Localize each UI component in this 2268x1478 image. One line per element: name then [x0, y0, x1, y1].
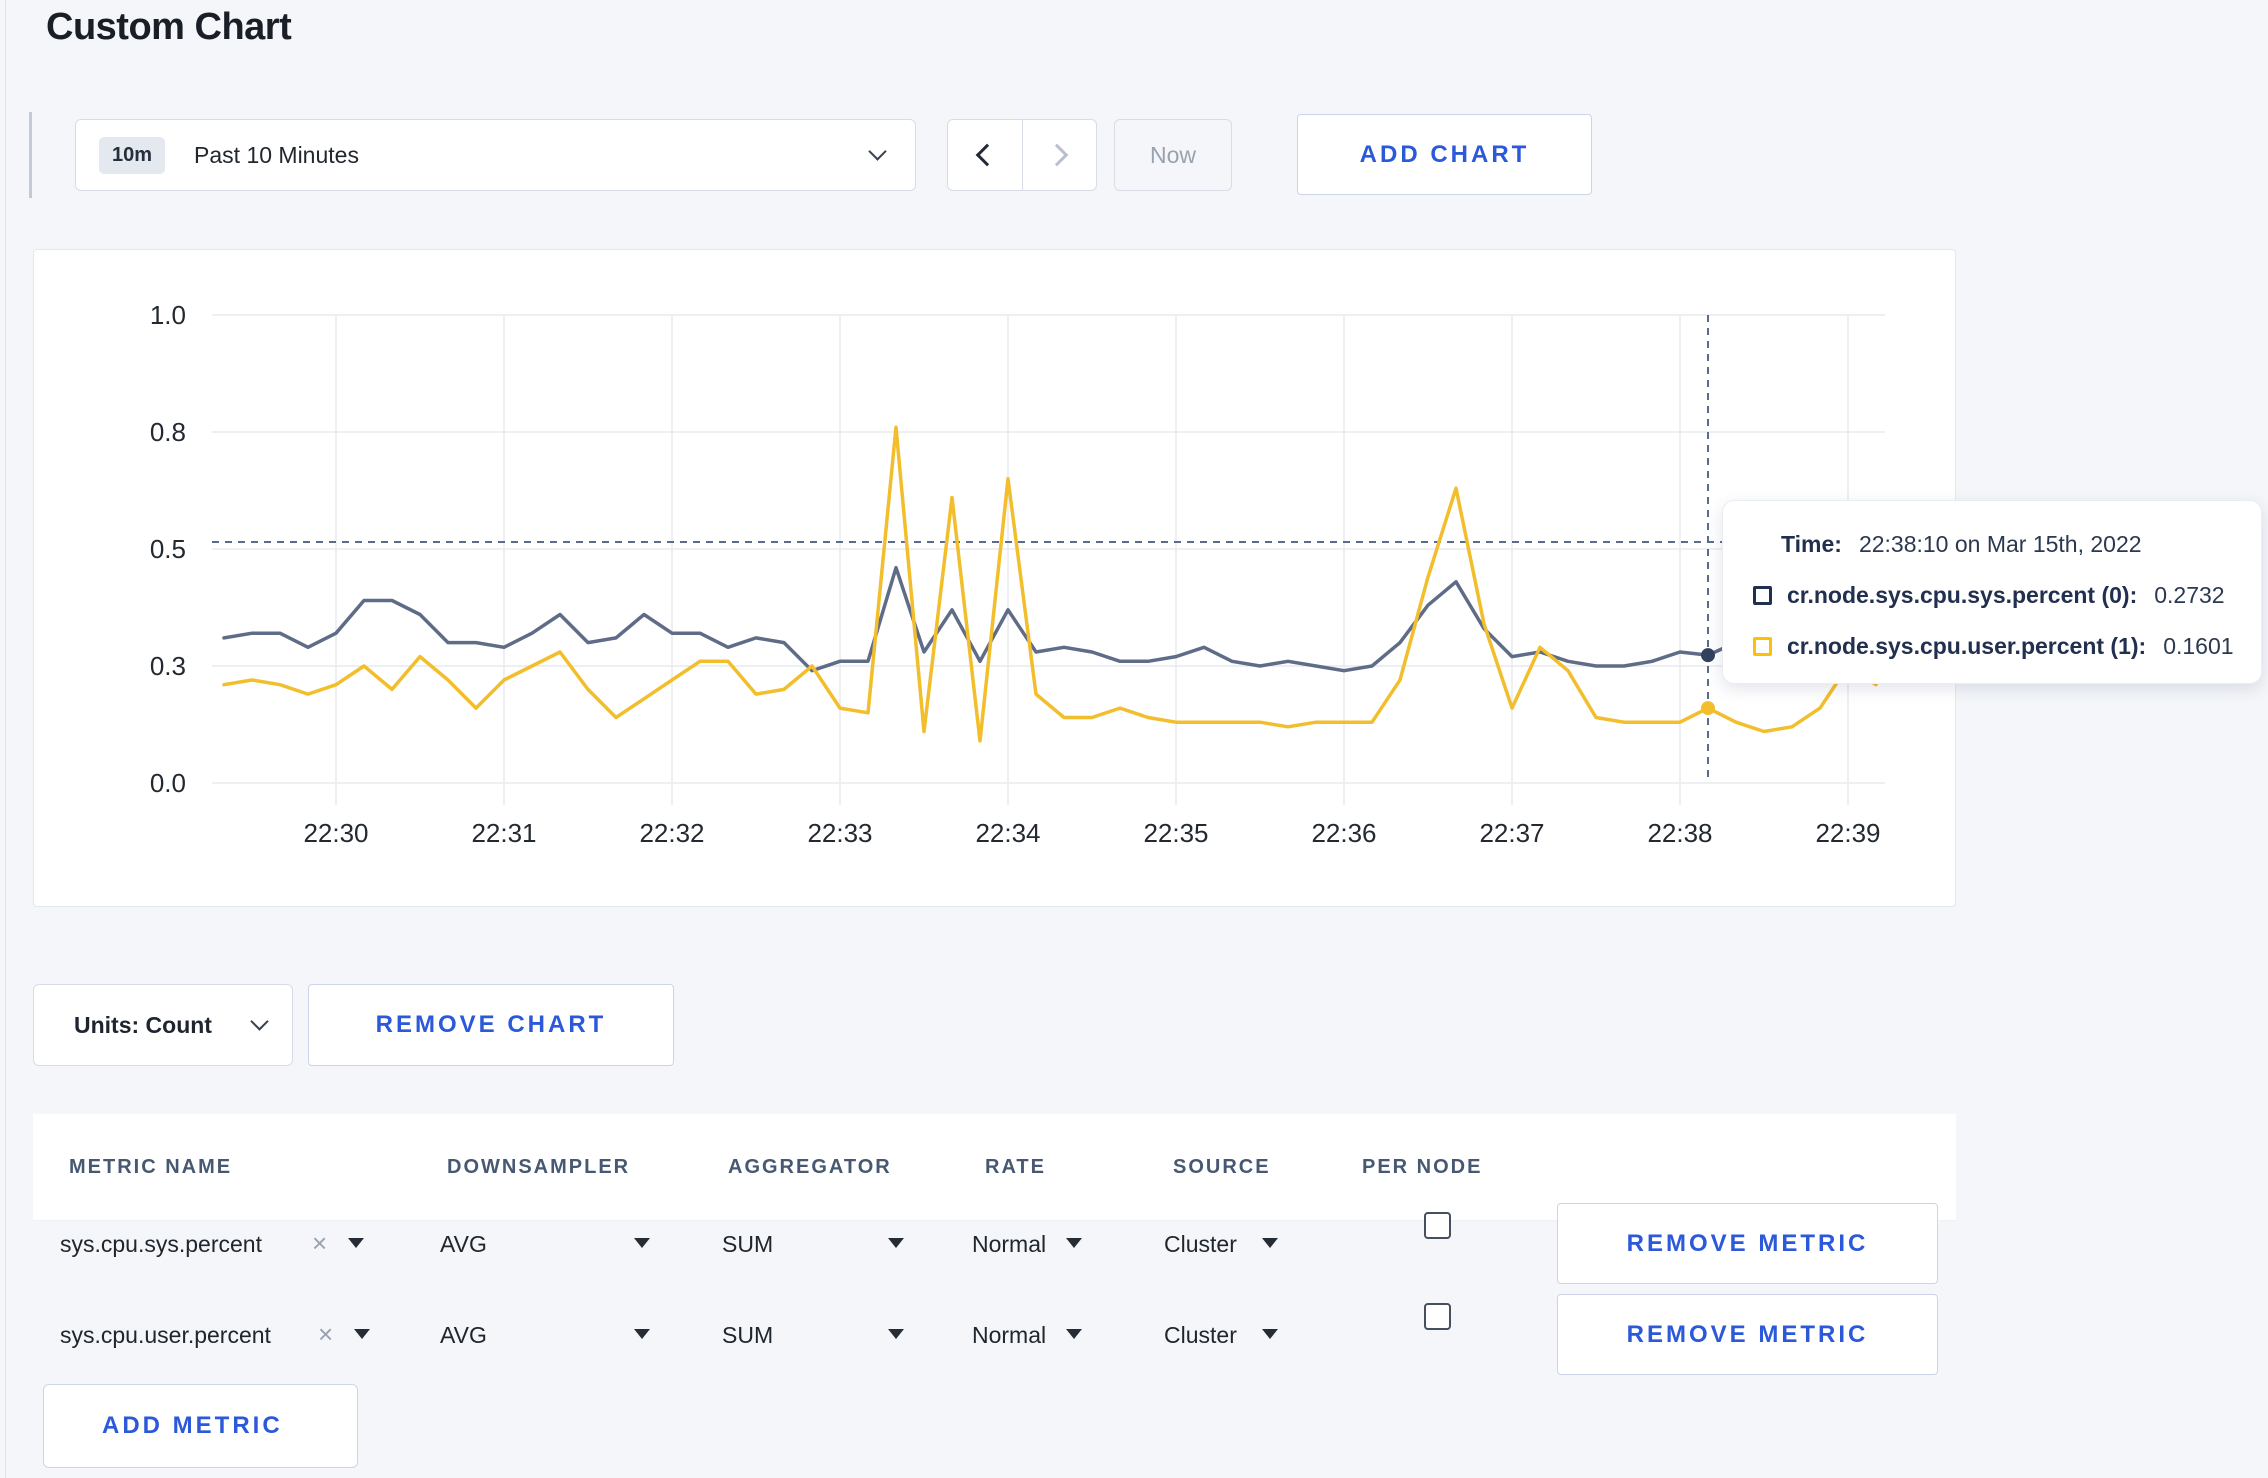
sys-series-swatch-icon: [1753, 586, 1772, 605]
per-node-checkbox[interactable]: [1424, 1303, 1451, 1330]
caret-down-icon: [354, 1329, 370, 1339]
user-series-swatch-icon: [1753, 637, 1772, 656]
caret-down-icon: [348, 1238, 364, 1248]
caret-down-icon: [1262, 1329, 1278, 1339]
tooltip-sys-value: 0.2732: [2154, 582, 2225, 608]
x-axis-tick-label: 22:33: [807, 818, 872, 848]
chevron-right-icon: [1045, 143, 1069, 167]
col-source: SOURCE: [1173, 1156, 1271, 1178]
units-dropdown[interactable]: Units: Count: [33, 984, 293, 1066]
downsampler-dropdown[interactable]: AVG: [440, 1318, 487, 1352]
col-metric-name: METRIC NAME: [69, 1156, 233, 1178]
remove-metric-button[interactable]: REMOVE METRIC: [1557, 1294, 1938, 1375]
col-per-node: PER NODE: [1362, 1156, 1483, 1178]
time-nav-group: [947, 119, 1097, 191]
time-range-label: Past 10 Minutes: [194, 141, 359, 168]
source-dropdown[interactable]: Cluster: [1164, 1318, 1237, 1352]
add-chart-button[interactable]: ADD CHART: [1297, 114, 1592, 195]
rate-dropdown[interactable]: Normal: [972, 1227, 1046, 1261]
series-line: [222, 565, 1878, 673]
toolbar-divider: [29, 112, 32, 198]
crosshair-dot: [1701, 648, 1716, 663]
units-label: Units: Count: [74, 1011, 212, 1038]
next-time-button[interactable]: [1023, 120, 1097, 190]
per-node-checkbox[interactable]: [1424, 1212, 1451, 1239]
downsampler-dropdown[interactable]: AVG: [440, 1227, 487, 1261]
now-button[interactable]: Now: [1114, 119, 1232, 191]
series-line: [222, 425, 1878, 743]
col-aggregator: AGGREGATOR: [728, 1156, 892, 1178]
tooltip-time-label: Time:: [1781, 531, 1842, 557]
chevron-left-icon: [975, 143, 999, 167]
caret-down-icon: [1066, 1329, 1082, 1339]
metric-name-dropdown[interactable]: sys.cpu.user.percent: [60, 1318, 271, 1352]
x-axis-tick-label: 22:36: [1311, 818, 1376, 848]
tooltip-user-value: 0.1601: [2163, 633, 2234, 659]
y-axis-tick-label: 0.3: [150, 651, 186, 681]
y-axis-tick-label: 0.5: [150, 534, 186, 564]
cpu-percent-chart[interactable]: 0.0 0.3 0.5 0.8 1.0 22:30 22:31 22:32 22:33 22:34…: [33, 249, 1956, 907]
y-axis-tick-label: 1.0: [150, 300, 186, 330]
caret-down-icon: [1066, 1238, 1082, 1248]
x-axis-tick-label: 22:39: [1815, 818, 1880, 848]
caret-down-icon: [888, 1329, 904, 1339]
aggregator-dropdown[interactable]: SUM: [722, 1227, 773, 1261]
caret-down-icon: [634, 1238, 650, 1248]
time-range-badge: 10m: [99, 136, 166, 174]
remove-chart-button[interactable]: REMOVE CHART: [308, 984, 674, 1066]
page-left-border: [5, 0, 6, 1478]
y-axis-tick-label: 0.0: [150, 768, 186, 798]
x-axis-tick-label: 22:34: [975, 818, 1040, 848]
x-axis-tick-label: 22:38: [1647, 818, 1712, 848]
x-icon[interactable]: ×: [318, 1317, 333, 1351]
page-title: Custom Chart: [46, 6, 292, 48]
caret-down-icon: [1262, 1238, 1278, 1248]
x-axis-tick-label: 22:35: [1143, 818, 1208, 848]
caret-down-icon: [634, 1329, 650, 1339]
x-axis-tick-label: 22:31: [471, 818, 536, 848]
rate-dropdown[interactable]: Normal: [972, 1318, 1046, 1352]
x-icon[interactable]: ×: [312, 1226, 327, 1260]
tooltip-user-label: cr.node.sys.cpu.user.percent (1):: [1787, 633, 2147, 659]
caret-down-icon: [888, 1238, 904, 1248]
aggregator-dropdown[interactable]: SUM: [722, 1318, 773, 1352]
x-axis-tick-label: 22:37: [1479, 818, 1544, 848]
y-axis-tick-label: 0.8: [150, 417, 186, 447]
col-rate: RATE: [985, 1156, 1046, 1178]
chevron-down-icon: [868, 142, 887, 161]
crosshair-dot: [1701, 701, 1716, 716]
remove-metric-button[interactable]: REMOVE METRIC: [1557, 1203, 1938, 1284]
chevron-down-icon: [250, 1012, 269, 1031]
x-axis-tick-label: 22:30: [303, 818, 368, 848]
x-axis-tick-label: 22:32: [639, 818, 704, 848]
chart-hover-tooltip: Time: 22:38:10 on Mar 15th, 2022 cr.node…: [1722, 500, 2262, 684]
metric-name-dropdown[interactable]: sys.cpu.sys.percent: [60, 1227, 262, 1261]
add-metric-button[interactable]: ADD METRIC: [43, 1384, 358, 1468]
time-range-dropdown[interactable]: 10m Past 10 Minutes: [75, 119, 916, 191]
source-dropdown[interactable]: Cluster: [1164, 1227, 1237, 1261]
tooltip-sys-label: cr.node.sys.cpu.sys.percent (0):: [1787, 582, 2138, 608]
tooltip-time-value: 22:38:10 on Mar 15th, 2022: [1858, 531, 2142, 557]
col-downsampler: DOWNSAMPLER: [447, 1156, 631, 1178]
prev-time-button[interactable]: [948, 120, 1023, 190]
